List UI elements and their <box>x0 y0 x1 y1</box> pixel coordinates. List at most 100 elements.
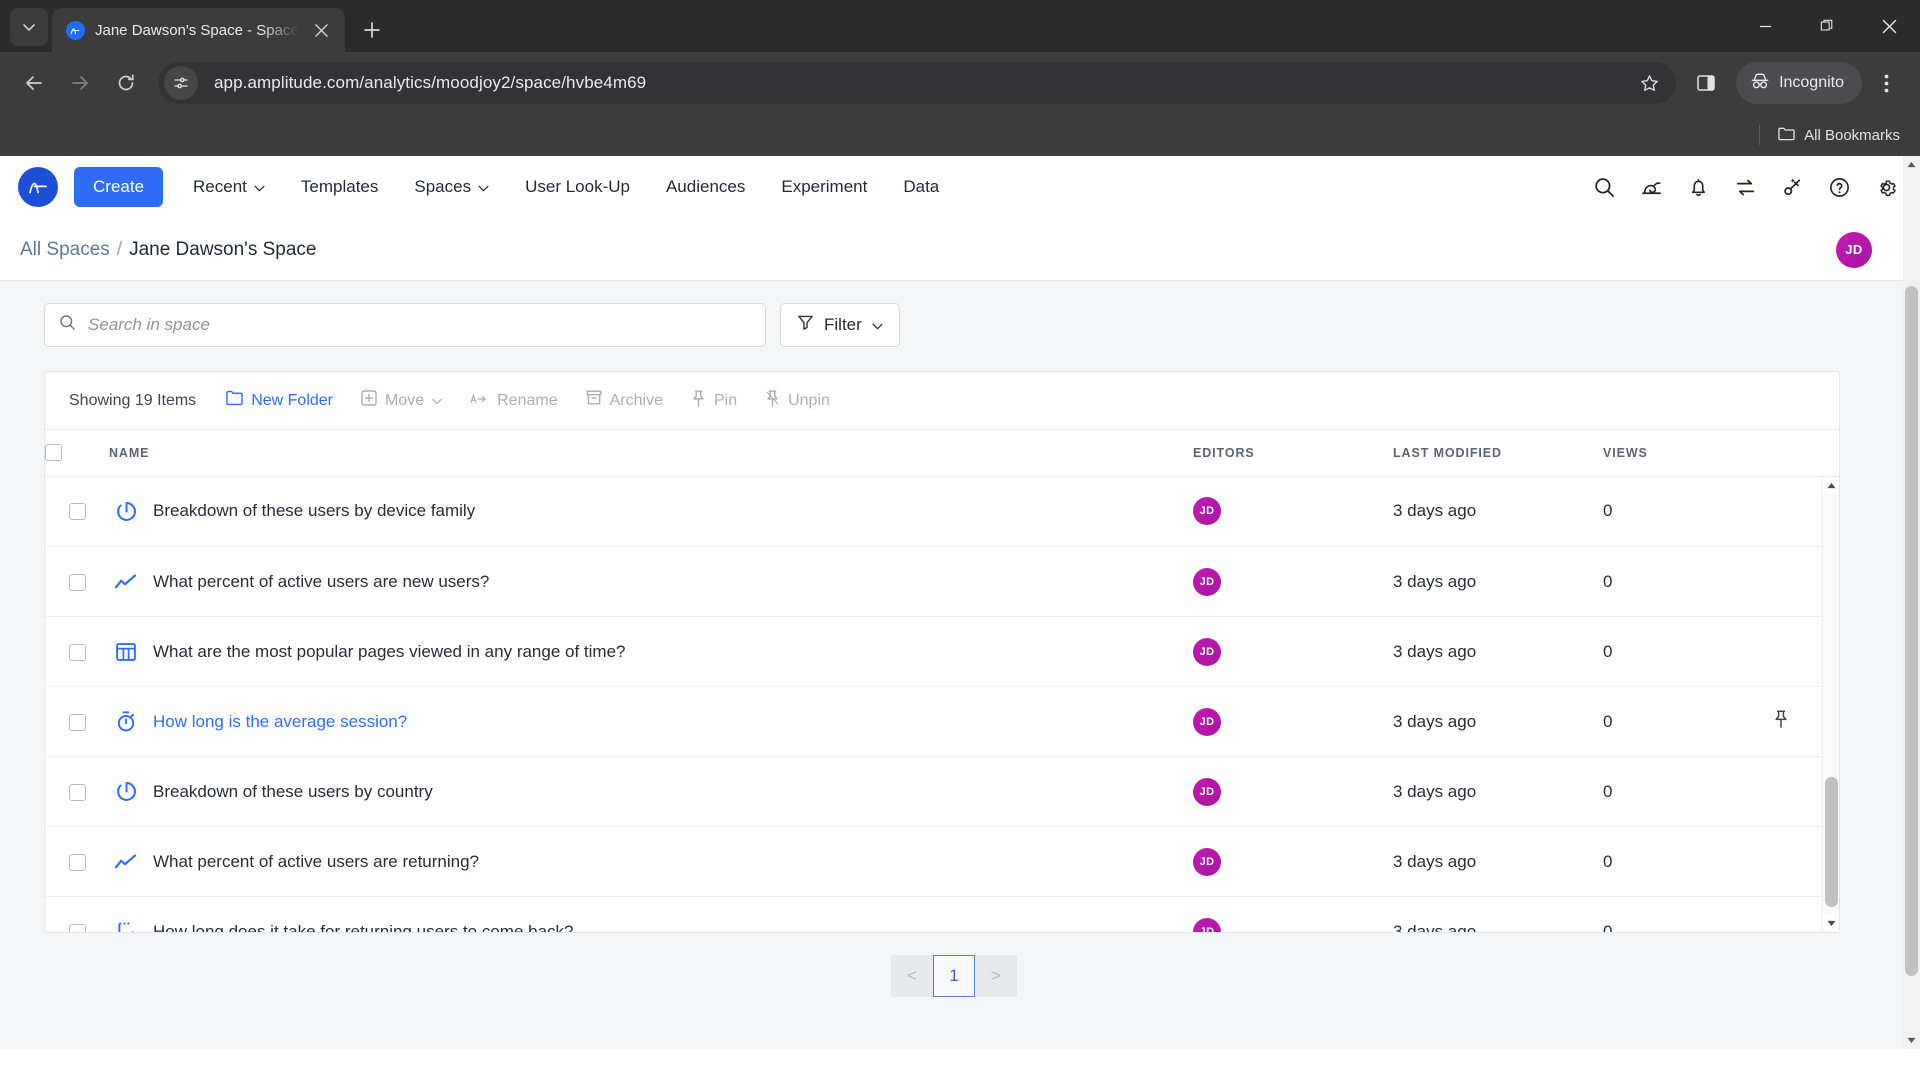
row-name-cell: Breakdown of these users by device famil… <box>109 476 1193 547</box>
table-row[interactable]: Breakdown of these users by country JD 3 d… <box>45 756 1839 827</box>
row-name-label[interactable]: What percent of active users are new use… <box>153 572 489 592</box>
search-icon[interactable] <box>1593 176 1616 199</box>
scroll-down-icon[interactable] <box>1823 915 1839 932</box>
nav-item-recent[interactable]: Recent <box>175 167 283 207</box>
page-scroll-down-icon[interactable] <box>1903 1032 1920 1049</box>
row-pin-icon[interactable] <box>1773 710 1789 732</box>
editor-avatar[interactable]: JD <box>1193 497 1221 526</box>
tab-search-button[interactable] <box>10 8 48 46</box>
editor-avatar[interactable]: JD <box>1193 567 1221 596</box>
row-name-label[interactable]: Breakdown of these users by country <box>153 782 433 802</box>
column-header-editors[interactable]: EDITORS <box>1193 430 1393 477</box>
row-checkbox[interactable] <box>68 783 86 801</box>
row-select-cell <box>45 476 109 547</box>
page-scrollbar-thumb[interactable] <box>1905 286 1918 976</box>
nav-item-templates[interactable]: Templates <box>283 167 396 207</box>
row-checkbox[interactable] <box>68 573 86 591</box>
table-row[interactable]: How long is the average session? JD 3 days… <box>45 686 1839 757</box>
archive-button[interactable]: Archive <box>572 383 677 419</box>
editor-avatar[interactable]: JD <box>1193 777 1221 806</box>
select-all-checkbox[interactable] <box>45 444 62 462</box>
settings-gear-icon[interactable] <box>1875 176 1898 199</box>
nav-item-data[interactable]: Data <box>885 167 957 207</box>
all-bookmarks-button[interactable]: All Bookmarks <box>1778 126 1900 145</box>
nav-item-spaces[interactable]: Spaces <box>396 167 507 207</box>
row-name-label[interactable]: What percent of active users are returni… <box>153 852 479 872</box>
table-scrollbar-thumb[interactable] <box>1825 776 1838 907</box>
column-header-last-modified[interactable]: LAST MODIFIED <box>1393 430 1603 477</box>
reload-icon[interactable] <box>104 61 148 105</box>
back-icon[interactable] <box>12 61 56 105</box>
breadcrumb-all-spaces[interactable]: All Spaces <box>20 239 110 261</box>
table-row[interactable]: Breakdown of these users by device famil… <box>45 476 1839 547</box>
row-checkbox[interactable] <box>68 853 86 871</box>
address-bar[interactable]: app.amplitude.com/analytics/moodjoy2/spa… <box>158 62 1677 104</box>
new-tab-button[interactable] <box>355 13 389 47</box>
site-info-icon[interactable] <box>164 66 198 100</box>
nav-item-user-look-up[interactable]: User Look-Up <box>507 167 648 207</box>
amplitude-logo-icon[interactable] <box>18 167 58 207</box>
close-icon[interactable] <box>309 17 335 43</box>
minimize-icon[interactable] <box>1734 0 1796 52</box>
unpin-button[interactable]: Unpin <box>751 383 844 419</box>
close-window-icon[interactable] <box>1858 0 1920 52</box>
help-circle-icon[interactable] <box>1828 176 1851 199</box>
table-scrollbar[interactable] <box>1822 476 1839 932</box>
tab-strip: Jane Dawson's Space - Space <box>0 0 1920 52</box>
search-input[interactable] <box>88 315 751 335</box>
side-panel-icon[interactable] <box>1684 61 1728 105</box>
column-header-name[interactable]: NAME <box>109 430 1193 477</box>
nav-item-audiences[interactable]: Audiences <box>648 167 763 207</box>
table-row[interactable]: How long does it take for returning user… <box>45 896 1839 932</box>
page-scrollbar[interactable] <box>1903 156 1920 1049</box>
pagination-page-1[interactable]: 1 <box>933 954 975 997</box>
row-name-label[interactable]: What are the most popular pages viewed i… <box>153 642 626 662</box>
table-row[interactable]: What percent of active users are returni… <box>45 826 1839 897</box>
bookmark-star-icon[interactable] <box>1630 64 1668 102</box>
avatar[interactable]: JD <box>1836 231 1872 268</box>
column-header-views[interactable]: VIEWS <box>1603 430 1773 477</box>
table-row[interactable]: What are the most popular pages viewed i… <box>45 616 1839 687</box>
row-checkbox[interactable] <box>68 713 86 731</box>
scroll-up-icon[interactable] <box>1823 477 1839 494</box>
chrome-menu-icon[interactable] <box>1864 61 1908 105</box>
filter-button[interactable]: Filter <box>780 303 900 347</box>
pagination-prev-button[interactable]: < <box>891 954 933 997</box>
data-sync-icon[interactable] <box>1734 176 1757 199</box>
maximize-icon[interactable] <box>1796 0 1858 52</box>
amplitude-logo-icon <box>66 20 85 40</box>
bookmarks-divider <box>1759 125 1761 145</box>
row-name-label[interactable]: Breakdown of these users by device famil… <box>153 501 475 521</box>
magic-wand-icon[interactable] <box>1781 176 1804 199</box>
amplitude-page: Create Recent Templates Spaces User Look… <box>0 156 1920 1049</box>
nav-item-experiment[interactable]: Experiment <box>763 167 885 207</box>
archive-label: Archive <box>609 391 663 409</box>
row-checkbox[interactable] <box>68 923 86 932</box>
insights-icon[interactable] <box>1640 176 1663 199</box>
incognito-profile-button[interactable]: Incognito <box>1736 62 1862 104</box>
row-checkbox[interactable] <box>68 643 86 661</box>
pin-button[interactable]: Pin <box>677 383 751 419</box>
row-name-label[interactable]: How long does it take for returning user… <box>153 922 574 932</box>
create-button[interactable]: Create <box>74 167 164 207</box>
editor-avatar[interactable]: JD <box>1193 707 1221 736</box>
editor-avatar[interactable]: JD <box>1193 917 1221 932</box>
rename-button[interactable]: Rename <box>456 383 571 419</box>
notifications-bell-icon[interactable] <box>1687 176 1710 199</box>
row-select-cell <box>45 756 109 827</box>
app-nav-icons <box>1593 176 1898 199</box>
editor-avatar[interactable]: JD <box>1193 637 1221 666</box>
browser-tab[interactable]: Jane Dawson's Space - Space <box>52 8 345 52</box>
editor-avatar[interactable]: JD <box>1193 847 1221 876</box>
table-row[interactable]: What percent of active users are new use… <box>45 546 1839 617</box>
new-folder-button[interactable]: New Folder <box>212 383 347 419</box>
move-button[interactable]: Move <box>347 383 456 419</box>
pagination-next-button[interactable]: > <box>975 954 1017 997</box>
column-header-actions <box>1773 430 1841 477</box>
forward-icon[interactable] <box>58 61 102 105</box>
nav-item-label: Recent <box>193 177 247 196</box>
row-name-label[interactable]: How long is the average session? <box>153 712 407 732</box>
search-input-wrapper[interactable] <box>44 303 766 347</box>
page-scroll-up-icon[interactable] <box>1903 156 1920 173</box>
row-checkbox[interactable] <box>68 503 86 521</box>
